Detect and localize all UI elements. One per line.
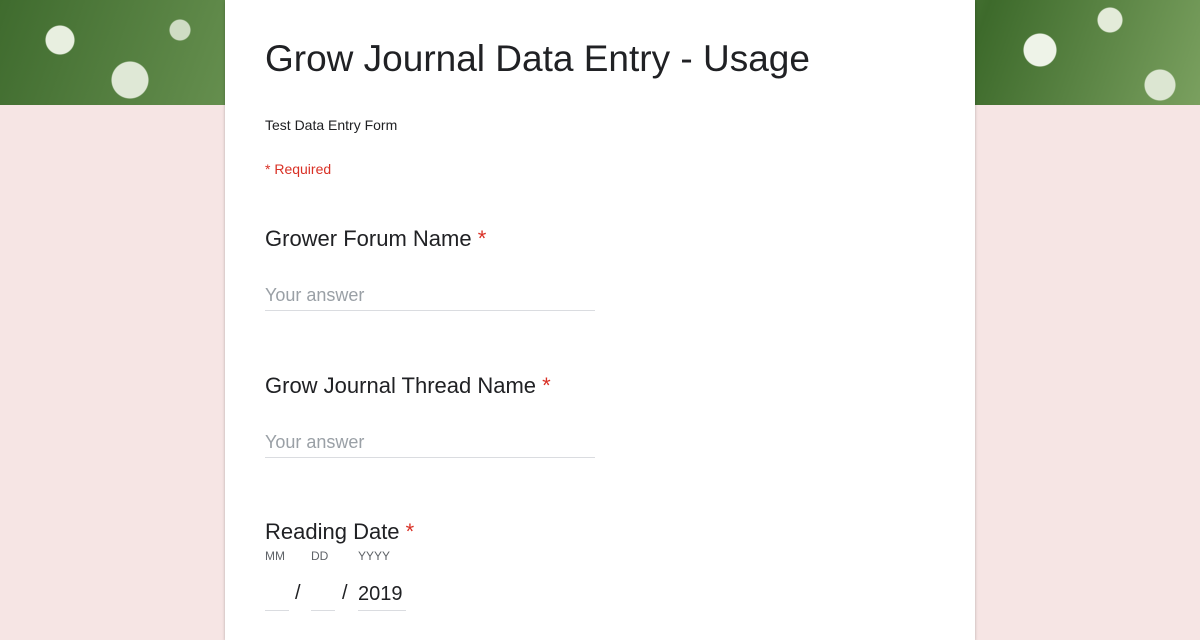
date-month-field[interactable] [265, 578, 289, 611]
required-star: * [405, 519, 415, 544]
date-separator: / [342, 582, 348, 604]
question-label: Grower Forum Name [265, 226, 472, 251]
grow-journal-thread-name-input[interactable] [265, 427, 595, 458]
question-label: Reading Date [265, 519, 400, 544]
date-year-field[interactable] [358, 578, 406, 611]
grower-forum-name-input[interactable] [265, 280, 595, 311]
question-title-grow-journal-thread-name: Grow Journal Thread Name * [265, 373, 551, 399]
question-label: Grow Journal Thread Name [265, 373, 537, 398]
date-day-label: DD [311, 549, 329, 563]
form-card: Grow Journal Data Entry - Usage Test Dat… [225, 0, 975, 640]
question-title-reading-date: Reading Date * [265, 519, 414, 545]
required-star: * [477, 226, 487, 251]
date-year-label: YYYY [358, 549, 391, 563]
form-title: Grow Journal Data Entry - Usage [265, 38, 810, 79]
date-month-label: MM [265, 549, 285, 563]
form-description: Test Data Entry Form [265, 117, 398, 133]
required-note: * Required [265, 161, 332, 177]
required-star: * [542, 373, 551, 398]
question-title-grower-forum-name: Grower Forum Name * [265, 226, 486, 252]
date-separator: / [295, 582, 301, 604]
date-day-field[interactable] [311, 578, 335, 611]
